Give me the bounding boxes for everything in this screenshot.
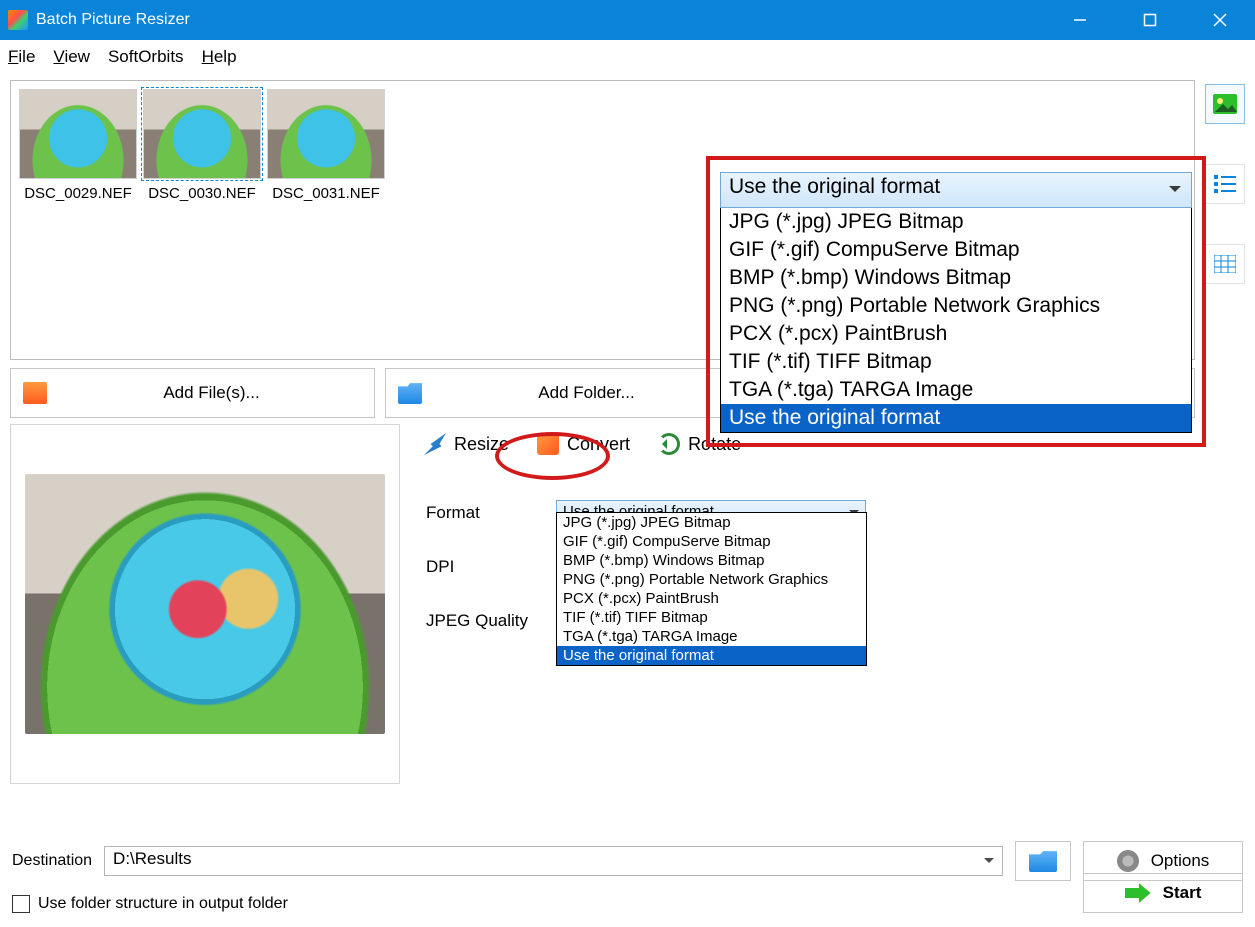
- view-thumbnails-button[interactable]: [1205, 84, 1245, 124]
- jpeg-quality-label: JPEG Quality: [426, 611, 556, 631]
- menu-softorbits[interactable]: SoftOrbits: [108, 47, 184, 67]
- folder-icon: [398, 382, 422, 404]
- add-files-button[interactable]: Add File(s)...: [10, 368, 375, 418]
- maximize-button[interactable]: [1115, 0, 1185, 40]
- format-option[interactable]: TGA (*.tga) TARGA Image: [721, 376, 1191, 404]
- app-icon: [8, 10, 28, 30]
- format-option[interactable]: PNG (*.png) Portable Network Graphics: [721, 292, 1191, 320]
- minimize-button[interactable]: [1045, 0, 1115, 40]
- dpi-label: DPI: [426, 557, 556, 577]
- thumbnail-item[interactable]: DSC_0029.NEF: [19, 89, 137, 351]
- format-option[interactable]: PCX (*.pcx) PaintBrush: [721, 320, 1191, 348]
- start-arrow-icon: [1125, 883, 1151, 903]
- close-button[interactable]: [1185, 0, 1255, 40]
- checkbox-label: Use folder structure in output folder: [38, 895, 288, 913]
- thumbnail-filename: DSC_0029.NEF: [19, 185, 137, 202]
- format-select-large-value: Use the original format: [729, 175, 940, 198]
- format-select-large[interactable]: Use the original format: [720, 172, 1192, 208]
- image-icon: [23, 382, 47, 404]
- format-option[interactable]: Use the original format: [721, 404, 1191, 432]
- button-label: Add Folder...: [436, 383, 737, 403]
- use-folder-structure-checkbox[interactable]: [12, 895, 30, 913]
- convert-icon: [537, 433, 559, 455]
- thumbnail-filename: DSC_0030.NEF: [143, 185, 261, 202]
- resize-icon: [424, 433, 446, 455]
- view-grid-button[interactable]: [1205, 244, 1245, 284]
- menu-view[interactable]: View: [53, 47, 90, 67]
- destination-value: D:\Results: [113, 849, 191, 868]
- tab-convert[interactable]: Convert: [525, 427, 642, 461]
- format-select-large-list[interactable]: JPG (*.jpg) JPEG Bitmap GIF (*.gif) Comp…: [720, 208, 1192, 433]
- button-label: Start: [1163, 883, 1202, 903]
- title-bar: Batch Picture Resizer: [0, 0, 1255, 40]
- view-list-button[interactable]: [1205, 164, 1245, 204]
- app-title: Batch Picture Resizer: [36, 11, 190, 29]
- format-option[interactable]: BMP (*.bmp) Windows Bitmap: [557, 551, 866, 570]
- format-option[interactable]: GIF (*.gif) CompuServe Bitmap: [721, 236, 1191, 264]
- format-select-list[interactable]: JPG (*.jpg) JPEG Bitmap GIF (*.gif) Comp…: [556, 512, 867, 666]
- start-button[interactable]: Start: [1083, 873, 1243, 913]
- format-label: Format: [426, 503, 556, 523]
- button-label: Add File(s)...: [61, 383, 362, 403]
- format-option[interactable]: GIF (*.gif) CompuServe Bitmap: [557, 532, 866, 551]
- format-option[interactable]: Use the original format: [557, 646, 866, 665]
- grid-icon: [1214, 255, 1236, 273]
- format-option[interactable]: TIF (*.tif) TIFF Bitmap: [557, 608, 866, 627]
- menu-bar: File View SoftOrbits Help: [0, 40, 1255, 74]
- tab-label: Resize: [454, 434, 509, 455]
- format-option[interactable]: BMP (*.bmp) Windows Bitmap: [721, 264, 1191, 292]
- format-option[interactable]: PCX (*.pcx) PaintBrush: [557, 589, 866, 608]
- tab-resize[interactable]: Resize: [412, 427, 521, 461]
- preview-panel: [10, 424, 400, 784]
- thumbnail-item[interactable]: DSC_0030.NEF: [143, 89, 261, 351]
- format-option[interactable]: JPG (*.jpg) JPEG Bitmap: [557, 513, 866, 532]
- picture-icon: [1213, 94, 1237, 114]
- format-option[interactable]: TGA (*.tga) TARGA Image: [557, 627, 866, 646]
- gear-icon: [1117, 850, 1139, 872]
- format-option[interactable]: JPG (*.jpg) JPEG Bitmap: [721, 208, 1191, 236]
- thumbnail-filename: DSC_0031.NEF: [267, 185, 385, 202]
- format-option[interactable]: TIF (*.tif) TIFF Bitmap: [721, 348, 1191, 376]
- preview-image: [25, 474, 385, 734]
- annotation-highlight-box: Use the original format JPG (*.jpg) JPEG…: [706, 156, 1206, 447]
- add-folder-button[interactable]: Add Folder...: [385, 368, 750, 418]
- format-option[interactable]: PNG (*.png) Portable Network Graphics: [557, 570, 866, 589]
- thumbnail-item[interactable]: DSC_0031.NEF: [267, 89, 385, 351]
- list-icon: [1214, 175, 1236, 193]
- menu-file[interactable]: File: [8, 47, 35, 67]
- rotate-icon: [658, 433, 680, 455]
- convert-panel: Format Use the original format DPI JPEG …: [406, 464, 1245, 658]
- destination-select[interactable]: D:\Results: [104, 846, 1003, 876]
- folder-icon: [1029, 850, 1057, 872]
- tab-label: Convert: [567, 434, 630, 455]
- button-label: Options: [1151, 851, 1210, 871]
- menu-help[interactable]: Help: [202, 47, 237, 67]
- destination-label: Destination: [12, 852, 92, 870]
- browse-destination-button[interactable]: [1015, 841, 1071, 881]
